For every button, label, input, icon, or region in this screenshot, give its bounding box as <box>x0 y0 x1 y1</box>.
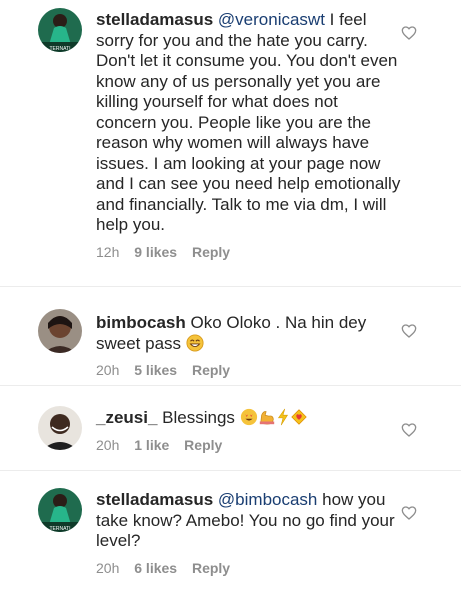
reply-button[interactable]: Reply <box>192 244 230 260</box>
heart-outline-icon[interactable] <box>401 422 417 438</box>
grinning-face-emoji-icon <box>186 333 204 352</box>
avatar[interactable] <box>38 309 82 353</box>
reply-button[interactable]: Reply <box>184 437 222 453</box>
comment-username[interactable]: stelladamasus <box>96 490 213 509</box>
comment-content: Blessings <box>162 408 235 427</box>
avatar[interactable]: TERNATI <box>38 8 82 52</box>
comment-meta: 12h 9 likes Reply <box>96 244 402 260</box>
comment-time: 20h <box>96 362 120 378</box>
reply-button[interactable]: Reply <box>192 560 230 576</box>
reply-button[interactable]: Reply <box>192 362 230 378</box>
heart-outline-icon[interactable] <box>401 25 417 41</box>
comment-text: bimbocash Oko Oloko . Na hin dey sweet p… <box>96 313 396 354</box>
svg-text:TERNATI: TERNATI <box>49 526 70 532</box>
comment-likes[interactable]: 5 likes <box>134 362 177 378</box>
heart-outline-icon[interactable] <box>401 323 417 339</box>
heart-eyes-emoji-icon <box>240 408 257 426</box>
comment-time: 12h <box>96 243 120 260</box>
svg-text:TERNATI: TERNATI <box>49 46 70 52</box>
comment-likes[interactable]: 1 like <box>134 437 169 453</box>
avatar-image <box>38 309 82 353</box>
comment-username[interactable]: stelladamasus <box>96 10 213 29</box>
comment-body: stelladamasus @bimbocash how you take kn… <box>96 490 396 576</box>
avatar[interactable]: TERNATI <box>38 488 82 532</box>
divider <box>0 286 461 287</box>
avatar[interactable] <box>38 406 82 450</box>
comment-meta: 20h 5 likes Reply <box>96 362 396 378</box>
divider <box>0 385 461 386</box>
heart-outline-icon[interactable] <box>401 505 417 521</box>
divider <box>0 470 461 471</box>
comment-time: 20h <box>96 559 120 576</box>
comment-meta: 20h 6 likes Reply <box>96 560 396 576</box>
comment-body: stelladamasus @veronicaswt I feel sorry … <box>96 10 402 260</box>
comment-body: _zeusi_ Blessings 20h 1 like Reply <box>96 408 396 453</box>
comment-likes[interactable]: 6 likes <box>134 560 177 576</box>
comment-username[interactable]: _zeusi_ <box>96 408 157 427</box>
comment-meta: 20h 1 like Reply <box>96 437 396 453</box>
comment-likes[interactable]: 9 likes <box>134 244 177 260</box>
comment-body: bimbocash Oko Oloko . Na hin dey sweet p… <box>96 313 396 378</box>
avatar-image: TERNATI <box>38 8 82 52</box>
lightning-emoji-icon <box>277 408 288 426</box>
comment-time: 20h <box>96 436 120 453</box>
comment-username[interactable]: bimbocash <box>96 313 186 332</box>
avatar-image: TERNATI <box>38 488 82 532</box>
comment-mention[interactable]: @veronicaswt <box>218 10 325 29</box>
comment-text: stelladamasus @bimbocash how you take kn… <box>96 490 396 552</box>
comment-text: stelladamasus @veronicaswt I feel sorry … <box>96 10 402 236</box>
muscle-emoji-icon <box>259 411 274 425</box>
comment-content: I feel sorry for you and the hate you ca… <box>96 10 401 234</box>
avatar-image <box>38 406 82 450</box>
comment-text: _zeusi_ Blessings <box>96 408 396 429</box>
comment-mention[interactable]: @bimbocash <box>218 490 317 509</box>
sparkle-heart-emoji-icon <box>290 409 307 425</box>
